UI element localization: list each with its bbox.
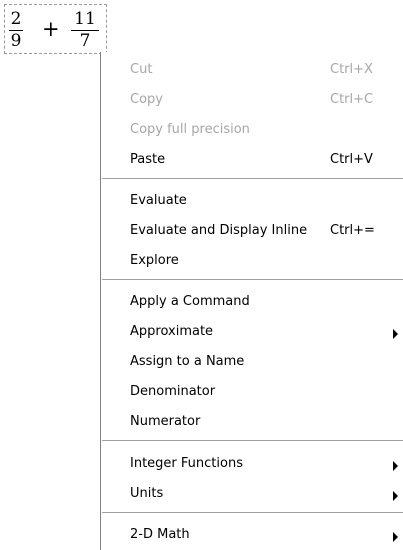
- menu-item-shortcut: Ctrl+V: [330, 152, 373, 167]
- chevron-right-icon: [393, 329, 398, 339]
- menu-item-evaluate-inline[interactable]: Evaluate and Display Inline Ctrl+=: [101, 217, 401, 247]
- menu-item-label: Integer Functions: [130, 456, 243, 471]
- menu-item-evaluate[interactable]: Evaluate: [101, 187, 401, 217]
- chevron-right-icon: [393, 532, 398, 542]
- menu-item-label: 2-D Math: [130, 527, 190, 542]
- menu-item-explore[interactable]: Explore: [101, 247, 401, 277]
- menu-item-label: Evaluate: [130, 193, 187, 208]
- menu-item-label: Paste: [130, 152, 166, 167]
- fraction-eleven-sevenths: 11 7: [71, 10, 99, 51]
- menu-item-shortcut: Ctrl+=: [330, 223, 375, 238]
- chevron-right-icon: [393, 491, 398, 501]
- context-menu: Cut Ctrl+X Copy Ctrl+C Copy full precisi…: [100, 52, 403, 550]
- menu-separator: [102, 178, 403, 180]
- menu-item-label: Copy: [130, 92, 163, 107]
- menu-item-approximate[interactable]: Approximate: [101, 318, 401, 348]
- menu-item-denominator[interactable]: Denominator: [101, 378, 401, 408]
- denominator-7: 7: [79, 31, 91, 51]
- menu-item-label: Numerator: [130, 414, 201, 429]
- menu-item-label: Assign to a Name: [130, 354, 245, 369]
- fraction-two-ninths: 2 9: [9, 10, 23, 51]
- math-expression[interactable]: 2 9 + 11 7: [4, 4, 107, 54]
- denominator-9: 9: [10, 31, 22, 51]
- menu-item-shortcut: Ctrl+C: [330, 92, 374, 107]
- menu-item-integer-functions[interactable]: Integer Functions: [101, 450, 401, 480]
- menu-item-cut[interactable]: Cut Ctrl+X: [101, 56, 401, 86]
- menu-item-label: Apply a Command: [130, 294, 250, 309]
- menu-item-numerator[interactable]: Numerator: [101, 408, 401, 438]
- menu-item-assign-name[interactable]: Assign to a Name: [101, 348, 401, 378]
- menu-item-apply-command[interactable]: Apply a Command: [101, 288, 401, 318]
- plus-operator: +: [42, 17, 60, 41]
- menu-item-shortcut: Ctrl+X: [330, 62, 373, 77]
- menu-item-label: Evaluate and Display Inline: [130, 223, 308, 238]
- menu-item-label: Denominator: [130, 384, 216, 399]
- numerator-11: 11: [74, 9, 96, 29]
- menu-item-label: Cut: [130, 62, 153, 77]
- menu-item-label: Explore: [130, 253, 179, 268]
- menu-item-copy-full-precision[interactable]: Copy full precision: [101, 116, 401, 146]
- menu-item-label: Units: [130, 486, 164, 501]
- menu-item-units[interactable]: Units: [101, 480, 401, 510]
- numerator-2: 2: [10, 9, 22, 29]
- menu-item-paste[interactable]: Paste Ctrl+V: [101, 146, 401, 176]
- menu-separator: [102, 440, 403, 442]
- menu-separator: [102, 279, 403, 281]
- menu-separator: [102, 512, 403, 514]
- menu-item-copy[interactable]: Copy Ctrl+C: [101, 86, 401, 116]
- menu-item-2d-math[interactable]: 2-D Math: [101, 521, 401, 550]
- menu-item-label: Approximate: [130, 324, 214, 339]
- chevron-right-icon: [393, 461, 398, 471]
- menu-item-label: Copy full precision: [130, 122, 250, 137]
